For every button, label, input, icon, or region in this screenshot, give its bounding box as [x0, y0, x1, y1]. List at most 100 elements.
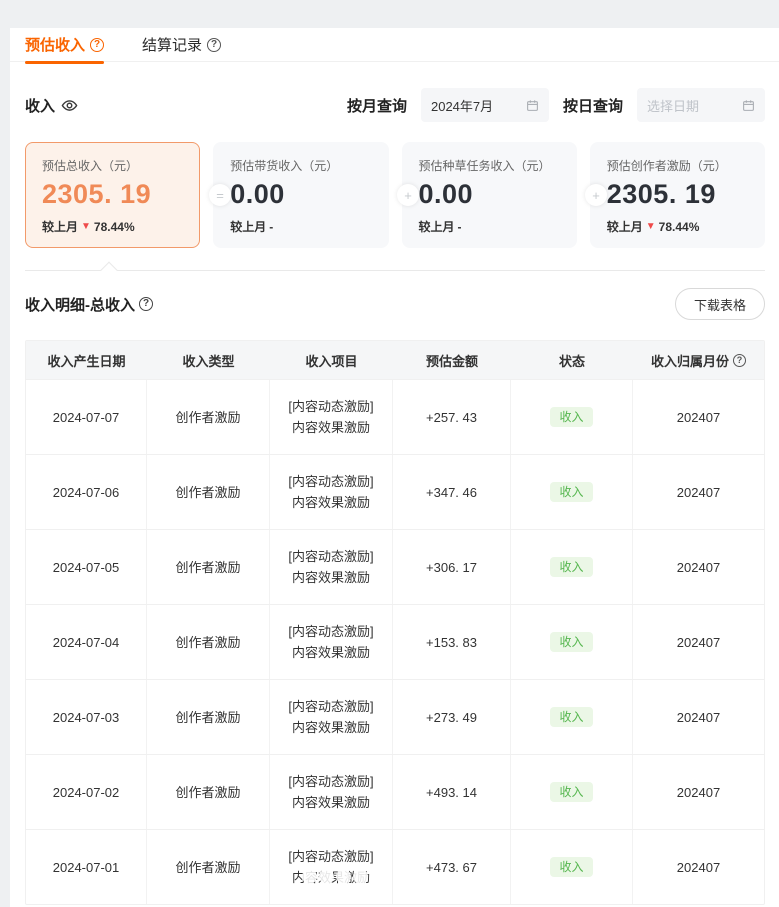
filter-row: 收入 按月查询 2024年7月	[25, 88, 765, 122]
status-badge: 收入	[550, 782, 592, 802]
col-header-amount: 预估金额	[393, 341, 511, 379]
table-row[interactable]: 2024-07-04 创作者激励 [内容动态激励] 内容效果激励 +153. 8…	[26, 604, 764, 679]
stat-card-value: 0.00	[230, 179, 371, 210]
cell-type: 创作者激励	[147, 380, 270, 454]
cell-date: 2024-07-03	[26, 680, 147, 754]
status-badge: 收入	[550, 407, 592, 427]
cell-month: 202407	[633, 680, 764, 754]
cell-month: 202407	[633, 755, 764, 829]
cell-month: 202407	[633, 455, 764, 529]
stat-card[interactable]: 预估创作者激励（元） 2305. 19 较上月 ▼ 78.44%	[590, 142, 765, 248]
cell-month: 202407	[633, 530, 764, 604]
help-circle-icon[interactable]: ?	[90, 38, 104, 52]
cell-month: 202407	[633, 830, 764, 904]
card-pointer-divider	[25, 270, 765, 271]
help-circle-icon[interactable]: ?	[139, 297, 153, 311]
col-header-date: 收入产生日期	[26, 341, 147, 379]
compare-label: 较上月	[607, 218, 643, 235]
cell-project: [内容动态激励] 内容效果激励	[270, 605, 393, 679]
cell-date: 2024-07-05	[26, 530, 147, 604]
cell-date: 2024-07-02	[26, 755, 147, 829]
month-query-label: 按月查询	[347, 95, 407, 116]
detail-header: 收入明细-总收入 ? 下载表格	[25, 288, 765, 320]
cell-type: 创作者激励	[147, 755, 270, 829]
cell-status: 收入	[511, 680, 633, 754]
col-header-type: 收入类型	[147, 341, 270, 379]
month-picker-input[interactable]: 2024年7月	[421, 88, 549, 122]
tab-estimated-income[interactable]: 预估收入 ?	[25, 28, 104, 64]
download-table-button[interactable]: 下载表格	[675, 288, 765, 320]
compare-label: 较上月	[230, 218, 266, 235]
detail-title-text: 收入明细-总收入	[25, 294, 135, 315]
stat-card-compare: 较上月 ▼ 78.44%	[42, 218, 183, 235]
table-row[interactable]: 2024-07-05 创作者激励 [内容动态激励] 内容效果激励 +306. 1…	[26, 529, 764, 604]
help-circle-icon[interactable]: ?	[207, 38, 221, 52]
table-row[interactable]: 2024-07-02 创作者激励 [内容动态激励] 内容效果激励 +493. 1…	[26, 754, 764, 829]
cell-project: [内容动态激励] 内容效果激励	[270, 380, 393, 454]
eye-icon[interactable]	[61, 97, 78, 114]
up-caret-icon	[101, 262, 118, 279]
earnings-panel: 预估收入 ? 结算记录 ? 收入 按月查询	[10, 28, 779, 907]
table-row[interactable]: 2024-07-01 创作者激励 [内容动态激励] 内容效果激励 +473. 6…	[26, 829, 764, 904]
col-header-project: 收入项目	[270, 341, 393, 379]
down-triangle-icon: ▼	[81, 222, 91, 232]
page-root: 预估收入 ? 结算记录 ? 收入 按月查询	[0, 0, 779, 907]
compare-value: 78.44%	[659, 220, 700, 234]
table-header-row: 收入产生日期 收入类型 收入项目 预估金额 状态 收入归属月份 ?	[26, 341, 764, 379]
day-picker-input[interactable]: 选择日期	[637, 88, 765, 122]
stat-card[interactable]: 预估种草任务收入（元） 0.00 较上月 -	[402, 142, 577, 248]
cell-project: [内容动态激励] 内容效果激励	[270, 755, 393, 829]
cell-amount: +153. 83	[393, 605, 511, 679]
cell-project: [内容动态激励] 内容效果激励	[270, 455, 393, 529]
cell-type: 创作者激励	[147, 830, 270, 904]
tab-bar: 预估收入 ? 结算记录 ?	[10, 28, 779, 62]
cell-status: 收入	[511, 380, 633, 454]
tab-settlement-records[interactable]: 结算记录 ?	[142, 28, 221, 64]
col-header-status: 状态	[511, 341, 633, 379]
cell-amount: +347. 46	[393, 455, 511, 529]
cell-type: 创作者激励	[147, 530, 270, 604]
cell-project: [内容动态激励] 内容效果激励	[270, 680, 393, 754]
status-badge: 收入	[550, 707, 592, 727]
stat-card-compare: 较上月 -	[230, 218, 371, 235]
stat-card[interactable]: 预估总收入（元） 2305. 19 较上月 ▼ 78.44%	[25, 142, 200, 248]
cell-status: 收入	[511, 455, 633, 529]
cell-amount: +493. 14	[393, 755, 511, 829]
table-row[interactable]: 2024-07-03 创作者激励 [内容动态激励] 内容效果激励 +273. 4…	[26, 679, 764, 754]
calendar-icon	[526, 99, 539, 112]
compare-label: 较上月	[419, 218, 455, 235]
table-row[interactable]: 2024-07-06 创作者激励 [内容动态激励] 内容效果激励 +347. 4…	[26, 454, 764, 529]
status-badge: 收入	[550, 857, 592, 877]
month-picker-value: 2024年7月	[431, 96, 520, 115]
stat-card-compare: 较上月 ▼ 78.44%	[607, 218, 748, 235]
help-circle-icon[interactable]: ?	[733, 354, 746, 367]
cell-date: 2024-07-01	[26, 830, 147, 904]
stat-card-title: 预估总收入（元）	[42, 157, 183, 174]
income-table: 收入产生日期 收入类型 收入项目 预估金额 状态 收入归属月份 ? 2024-0…	[25, 340, 765, 905]
detail-section-title: 收入明细-总收入 ?	[25, 294, 153, 315]
cell-project: [内容动态激励] 内容效果激励	[270, 530, 393, 604]
status-badge: 收入	[550, 557, 592, 577]
status-badge: 收入	[550, 632, 592, 652]
stat-card-value: 2305. 19	[42, 179, 183, 210]
cell-month: 202407	[633, 380, 764, 454]
cell-status: 收入	[511, 830, 633, 904]
cell-amount: +257. 43	[393, 380, 511, 454]
stat-card[interactable]: 预估带货收入（元） 0.00 较上月 -	[213, 142, 388, 248]
cell-amount: +273. 49	[393, 680, 511, 754]
table-row[interactable]: 2024-07-07 创作者激励 [内容动态激励] 内容效果激励 +257. 4…	[26, 379, 764, 454]
day-query-label: 按日查询	[563, 95, 623, 116]
stat-cards-row: 预估总收入（元） 2305. 19 较上月 ▼ 78.44% 预估带货收入（元）…	[25, 142, 765, 248]
cell-type: 创作者激励	[147, 605, 270, 679]
cell-status: 收入	[511, 755, 633, 829]
cell-amount: +473. 67	[393, 830, 511, 904]
tab-label: 结算记录	[142, 34, 202, 55]
down-triangle-icon: ▼	[646, 222, 656, 232]
compare-value: -	[458, 220, 462, 234]
stat-card-title: 预估种草任务收入（元）	[419, 157, 560, 174]
cell-amount: +306. 17	[393, 530, 511, 604]
compare-label: 较上月	[42, 218, 78, 235]
stat-card-value: 2305. 19	[607, 179, 748, 210]
cell-date: 2024-07-06	[26, 455, 147, 529]
stat-card-title: 预估创作者激励（元）	[607, 157, 748, 174]
